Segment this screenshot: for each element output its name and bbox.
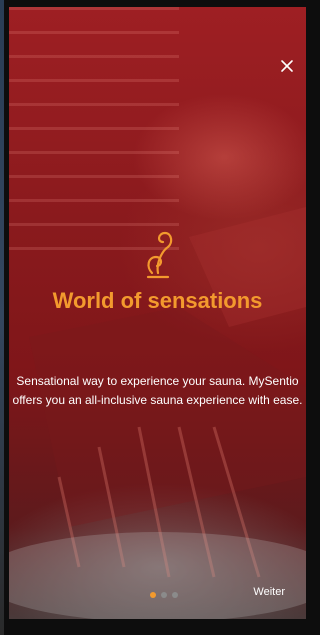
close-icon	[281, 60, 293, 72]
sentio-swirl-icon	[146, 231, 173, 279]
close-button[interactable]	[276, 55, 298, 77]
pagination-dots	[150, 592, 178, 598]
onboarding-screen: World of sensations Sensational way to e…	[9, 7, 306, 619]
background-edge	[0, 0, 4, 635]
onboarding-title: World of sensations	[52, 288, 263, 313]
pagination-dot-3[interactable]	[172, 592, 178, 598]
pagination-dot-1[interactable]	[150, 592, 156, 598]
onboarding-description: Sensational way to experience your sauna…	[12, 374, 303, 407]
next-button[interactable]: Weiter	[253, 586, 285, 598]
device-frame: World of sensations Sensational way to e…	[0, 0, 311, 635]
pagination-dot-2[interactable]	[161, 592, 167, 598]
